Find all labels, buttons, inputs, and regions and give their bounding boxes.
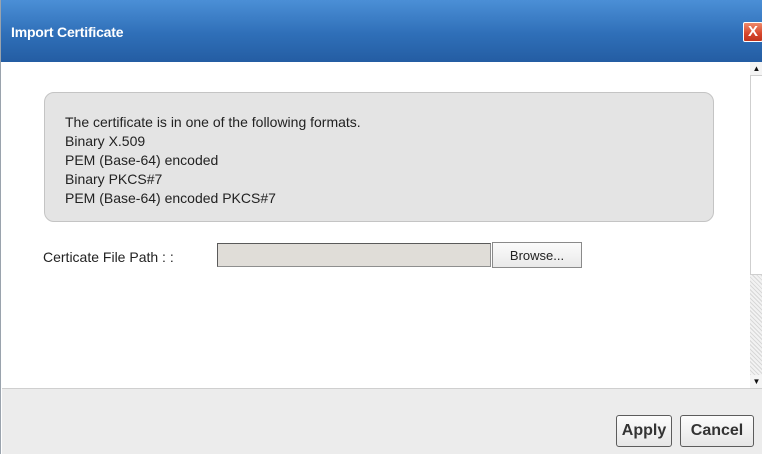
close-icon[interactable]: X xyxy=(743,22,762,42)
format-pem-base64-pkcs7: PEM (Base-64) encoded PKCS#7 xyxy=(65,190,276,206)
scroll-thumb[interactable] xyxy=(750,75,762,275)
dialog-titlebar: Import Certificate X xyxy=(1,0,762,62)
apply-button[interactable]: Apply xyxy=(616,415,672,447)
format-pem-base64: PEM (Base-64) encoded xyxy=(65,152,219,168)
browse-button[interactable]: Browse... xyxy=(492,242,582,268)
format-binary-x509: Binary X.509 xyxy=(65,133,146,149)
scroll-up-arrow-icon[interactable]: ▲ xyxy=(750,62,762,75)
dialog-footer: Apply Cancel xyxy=(2,388,762,454)
vertical-scrollbar[interactable]: ▲ ▼ xyxy=(750,62,762,388)
cancel-button[interactable]: Cancel xyxy=(680,415,754,447)
certificate-formats-info-box: The certificate is in one of the followi… xyxy=(44,92,714,222)
info-intro-text: The certificate is in one of the followi… xyxy=(65,114,361,130)
dialog-content: The certificate is in one of the followi… xyxy=(2,62,750,388)
scroll-down-arrow-icon[interactable]: ▼ xyxy=(750,375,762,388)
file-path-label: Certicate File Path : : xyxy=(43,249,174,265)
format-binary-pkcs7: Binary PKCS#7 xyxy=(65,171,163,187)
dialog-title: Import Certificate xyxy=(11,24,124,40)
import-certificate-dialog: Import Certificate X The certificate is … xyxy=(0,0,762,454)
file-path-input[interactable] xyxy=(217,243,491,267)
